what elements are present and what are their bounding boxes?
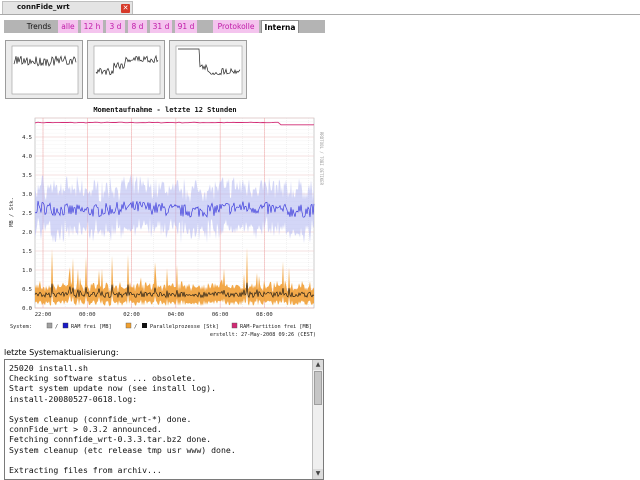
tab-alle[interactable]: alle — [58, 20, 78, 33]
legend-item-4: RAM-Partition frei [MB] — [240, 324, 312, 330]
legend-swatch-magenta — [231, 322, 238, 329]
tab-3d[interactable]: 3 d — [106, 20, 125, 33]
legend-item-3: Parallelprozesse [Stk] — [150, 324, 219, 330]
x-tick-label: 02:00 — [123, 312, 140, 318]
close-icon[interactable]: ✕ — [121, 4, 130, 13]
tab-12h[interactable]: 12 h — [81, 20, 103, 33]
legend-item-1: RAM frei [MB] — [71, 324, 112, 330]
chart-footer: erstellt: 27-May-2008 09:26 (CEST) — [210, 332, 316, 338]
nav-trends-label: Trends — [26, 22, 52, 31]
y-tick-label: 0.5 — [22, 287, 32, 293]
thumbnail-chart-3[interactable] — [169, 40, 247, 99]
scroll-thumb[interactable] — [314, 371, 322, 405]
tab-interna[interactable]: Interna — [261, 20, 299, 33]
scroll-up-icon[interactable]: ▲ — [313, 360, 323, 370]
main-chart: Momentaufnahme - letzte 12 Stunden MB / … — [9, 106, 324, 338]
x-tick-label: 06:00 — [212, 312, 229, 318]
y-tick-label: 3.0 — [22, 192, 32, 198]
x-tick-label: 00:00 — [79, 312, 96, 318]
thumbnail-chart-1[interactable] — [5, 40, 83, 99]
title-divider — [0, 14, 640, 15]
chart-y-label: MB / Stk. — [9, 197, 15, 227]
chart-side-label: RRDTOOL / TOBI OETIKER — [319, 132, 324, 186]
log-text: 25020 install.sh Checking software statu… — [9, 363, 236, 476]
legend-swatch-grey — [46, 322, 53, 329]
tab-91d[interactable]: 91 d — [175, 20, 197, 33]
y-tick-label: 2.0 — [22, 230, 32, 236]
log-scrollbar[interactable]: ▲ ▼ — [312, 360, 323, 479]
y-tick-label: 1.5 — [22, 249, 32, 255]
log-label: letzte Systemaktualisierung: — [4, 348, 119, 357]
log-textarea[interactable]: 25020 install.sh Checking software statu… — [4, 359, 324, 480]
tab-protokolle[interactable]: Protokolle — [213, 20, 259, 33]
legend-item-0: / — [55, 324, 58, 330]
scroll-down-icon[interactable]: ▼ — [313, 469, 323, 479]
thumbnail-3-graphic — [175, 45, 243, 95]
y-tick-label: 3.5 — [22, 173, 32, 179]
window-tab[interactable]: connFide_wrt ✕ — [2, 1, 133, 14]
thumbnail-1-graphic — [11, 45, 79, 95]
x-tick-label: 08:00 — [256, 312, 273, 318]
y-tick-label: 2.5 — [22, 211, 32, 217]
y-tick-label: 0.0 — [22, 306, 32, 312]
legend-swatch-black — [142, 323, 147, 328]
tab-31d[interactable]: 31 d — [150, 20, 172, 33]
y-tick-label: 4.0 — [22, 154, 32, 160]
chart-title: Momentaufnahme - letzte 12 Stunden — [93, 106, 236, 114]
thumbnail-2-graphic — [93, 45, 161, 95]
x-tick-label: 22:00 — [35, 312, 52, 318]
tab-8d[interactable]: 8 d — [128, 20, 147, 33]
x-tick-label: 04:00 — [168, 312, 185, 318]
legend-prefix: System: — [10, 324, 32, 330]
y-tick-label: 4.5 — [22, 135, 32, 141]
y-tick-label: 1.0 — [22, 268, 32, 274]
thumbnail-chart-2[interactable] — [87, 40, 165, 99]
legend-swatch-orange — [125, 322, 132, 329]
legend-swatch-blue — [62, 322, 69, 329]
legend-item-2: / — [134, 324, 137, 330]
window-title: connFide_wrt — [17, 3, 70, 11]
